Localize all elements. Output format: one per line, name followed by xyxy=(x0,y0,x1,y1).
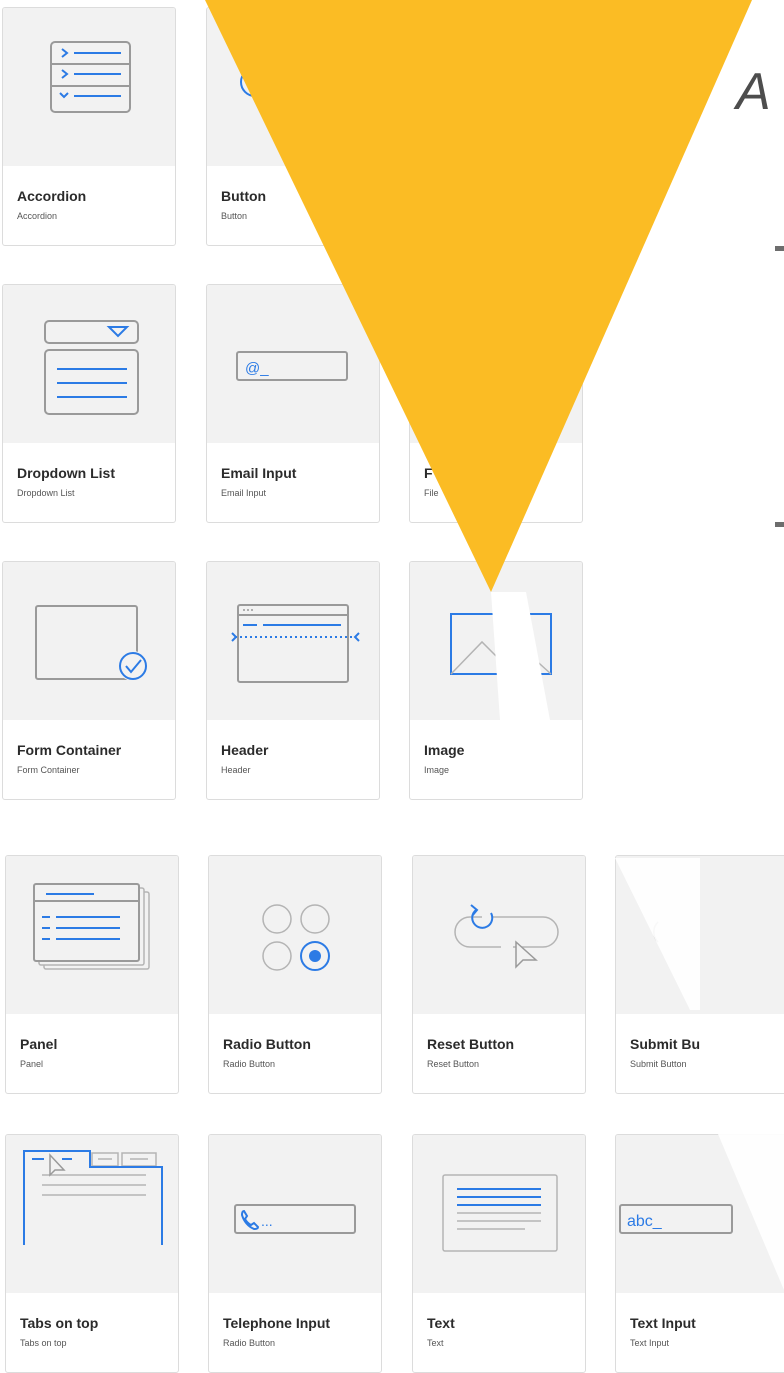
panel-icon xyxy=(33,883,150,970)
card-subtitle: Email Input xyxy=(221,488,267,498)
email-input-icon: @_ xyxy=(236,351,348,381)
bullet-dash xyxy=(775,246,784,251)
button-icon xyxy=(240,67,256,97)
component-card-email-input[interactable]: @_ Email Input Email Input xyxy=(206,284,380,523)
image-icon xyxy=(450,613,552,675)
svg-text:@_: @_ xyxy=(245,360,269,377)
component-card-accordion[interactable]: Accordion Accordion xyxy=(2,7,176,246)
card-subtitle: Reset Button xyxy=(427,1059,480,1069)
card-subtitle: Form Container xyxy=(17,765,80,775)
component-card-submit-button[interactable]: Submit Bu Submit Button xyxy=(615,855,784,1094)
card-subtitle: Submit Button xyxy=(630,1059,687,1069)
file-input-icon xyxy=(410,285,582,443)
component-card-header[interactable]: Header Header xyxy=(206,561,380,800)
card-title: Reset Button xyxy=(427,1036,515,1052)
card-thumbnail xyxy=(413,856,585,1014)
card-title: Tabs on top xyxy=(20,1315,99,1331)
card-thumbnail xyxy=(410,285,582,443)
card-thumbnail xyxy=(207,8,379,166)
card-thumbnail xyxy=(413,1135,585,1293)
card-subtitle: Tabs on top xyxy=(20,1338,67,1348)
radio-button-icon xyxy=(262,904,330,971)
component-card-file-input[interactable]: F File xyxy=(409,284,583,523)
card-subtitle: Radio Button xyxy=(223,1338,276,1348)
dropdown-list-icon xyxy=(44,320,139,415)
card-thumbnail xyxy=(6,1135,178,1293)
card-thumbnail xyxy=(6,856,178,1014)
component-card-button[interactable]: Button Button xyxy=(206,7,380,246)
header-icon xyxy=(231,604,360,683)
card-subtitle: Text Input xyxy=(630,1338,670,1348)
card-thumbnail xyxy=(3,8,175,166)
telephone-input-icon: ... xyxy=(234,1204,356,1234)
card-subtitle: Panel xyxy=(20,1059,44,1069)
card-subtitle: Accordion xyxy=(17,211,58,221)
card-thumbnail xyxy=(616,856,784,1014)
component-card-panel[interactable]: Panel Panel xyxy=(5,855,179,1094)
component-card-text[interactable]: Text Text xyxy=(412,1134,586,1373)
component-card-text-input[interactable]: abc_ Text Input Text Input xyxy=(615,1134,784,1373)
bullet-dash xyxy=(775,522,784,527)
card-title: Panel xyxy=(20,1036,58,1052)
component-card-radio-button[interactable]: Radio Button Radio Button xyxy=(208,855,382,1094)
card-thumbnail: abc_ xyxy=(616,1135,784,1293)
tabs-on-top-icon xyxy=(23,1150,163,1245)
card-thumbnail xyxy=(410,562,582,720)
card-thumbnail: ... xyxy=(209,1135,381,1293)
card-subtitle: Image xyxy=(424,765,450,775)
form-container-icon xyxy=(35,605,148,681)
card-title: Image xyxy=(424,742,465,758)
card-title: Form Container xyxy=(17,742,122,758)
component-card-telephone-input[interactable]: ... Telephone Input Radio Button xyxy=(208,1134,382,1373)
card-title: Radio Button xyxy=(223,1036,311,1052)
card-title: Dropdown List xyxy=(17,465,115,481)
card-thumbnail: @_ xyxy=(207,285,379,443)
component-card-reset-button[interactable]: Reset Button Reset Button xyxy=(412,855,586,1094)
card-thumbnail xyxy=(3,562,175,720)
reset-button-icon xyxy=(454,904,559,969)
card-subtitle: Radio Button xyxy=(223,1059,276,1069)
card-title: Email Input xyxy=(221,465,297,481)
card-title: Button xyxy=(221,188,267,204)
card-title: Telephone Input xyxy=(223,1315,331,1331)
card-title: Header xyxy=(221,742,269,758)
card-title: Text Input xyxy=(630,1315,696,1331)
card-subtitle: Button xyxy=(221,211,248,221)
component-card-form-container[interactable]: Form Container Form Container xyxy=(2,561,176,800)
telephone-placeholder: ... xyxy=(261,1213,273,1229)
component-card-image[interactable]: Image Image xyxy=(409,561,583,800)
card-subtitle: Text xyxy=(427,1338,444,1348)
heading-fragment: A xyxy=(736,63,771,121)
submit-button-icon xyxy=(653,921,659,943)
card-thumbnail xyxy=(207,562,379,720)
component-card-tabs-on-top[interactable]: Tabs on top Tabs on top xyxy=(5,1134,179,1373)
card-title: Submit Bu xyxy=(630,1036,700,1052)
card-subtitle: File xyxy=(424,488,439,498)
card-thumbnail xyxy=(209,856,381,1014)
text-input-placeholder: abc_ xyxy=(627,1213,663,1230)
accordion-icon xyxy=(50,41,131,113)
card-title: F xyxy=(424,465,433,481)
card-thumbnail xyxy=(3,285,175,443)
card-title: Text xyxy=(427,1315,455,1331)
component-card-dropdown-list[interactable]: Dropdown List Dropdown List xyxy=(2,284,176,523)
text-icon xyxy=(442,1174,558,1252)
text-input-icon: abc_ xyxy=(619,1204,733,1234)
card-subtitle: Header xyxy=(221,765,251,775)
card-subtitle: Dropdown List xyxy=(17,488,75,498)
card-title: Accordion xyxy=(17,188,87,204)
